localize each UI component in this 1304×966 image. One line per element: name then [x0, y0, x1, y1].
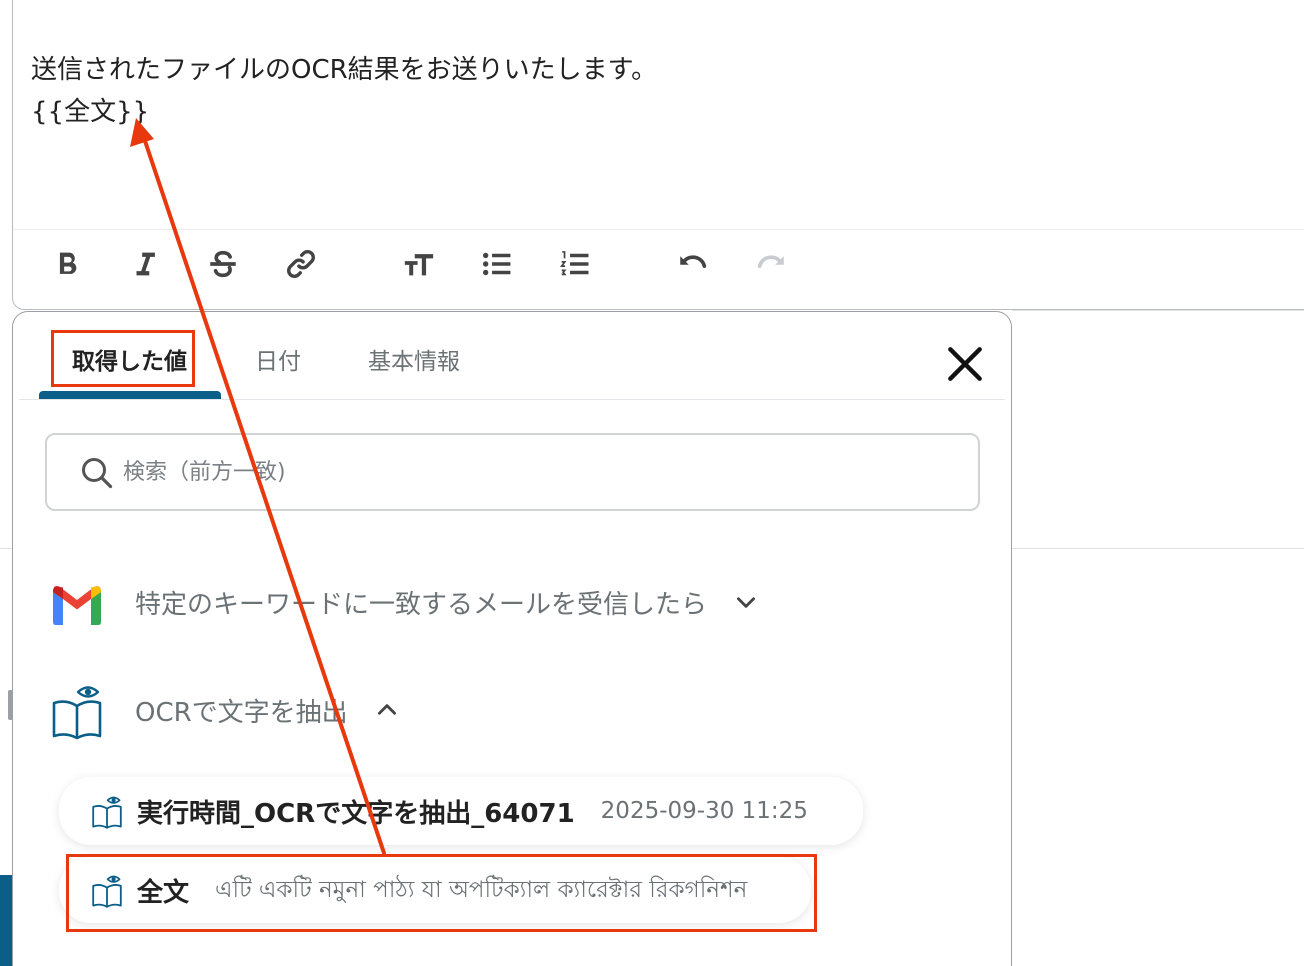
formatting-toolbar	[13, 229, 1304, 311]
divider	[1012, 548, 1304, 549]
undo-button[interactable]	[673, 244, 713, 284]
bulleted-list-icon	[482, 252, 511, 276]
text-size-button[interactable]	[399, 244, 439, 284]
search-box	[45, 433, 980, 511]
ocr-book-icon	[52, 686, 102, 740]
editor-body[interactable]: 送信されたファイルのOCR結果をお送りいたします。 {{全文}}	[31, 49, 657, 133]
variable-item-title: 全文	[137, 877, 190, 908]
bold-button[interactable]	[47, 244, 87, 284]
bold-icon	[59, 252, 77, 274]
redo-icon	[757, 255, 784, 268]
chevron-down-icon[interactable]	[733, 589, 759, 615]
text-size-icon	[404, 254, 434, 276]
variable-picker-panel: 取得した値 日付 基本情報 特定のキーワードに一致するメールを受信したら	[12, 311, 1012, 966]
search-icon	[82, 458, 113, 489]
undo-icon	[680, 255, 707, 268]
editor-variable-placeholder: {{全文}}	[31, 97, 150, 127]
gmail-icon	[53, 586, 101, 625]
chevron-up-icon[interactable]	[374, 697, 400, 723]
divider	[1012, 310, 1304, 311]
divider	[0, 548, 12, 549]
tab-retrieved-values[interactable]: 取得した値	[72, 342, 187, 376]
ocr-book-icon	[92, 875, 122, 908]
group-gmail-trigger[interactable]: 特定のキーワードに一致するメールを受信したら	[49, 572, 759, 632]
link-icon	[287, 250, 315, 278]
group-label: 特定のキーワードに一致するメールを受信したら	[135, 589, 708, 620]
numbered-list-button[interactable]	[555, 244, 595, 284]
message-editor[interactable]: 送信されたファイルのOCR結果をお送りいたします。 {{全文}}	[12, 0, 1304, 310]
tab-bar: 取得した値 日付 基本情報	[19, 312, 1005, 400]
strikethrough-icon	[210, 250, 236, 278]
bulleted-list-button[interactable]	[477, 244, 517, 284]
variable-item-title: 実行時間_OCRで文字を抽出_64071	[137, 798, 575, 829]
group-ocr-extract[interactable]: OCRで文字を抽出	[49, 680, 400, 740]
editor-body-line: 送信されたファイルのOCR結果をお送りいたします。	[31, 55, 658, 85]
variable-item-value: এটি একটি নমুনা পাঠ্য যা অপটিক্যাল ক্যারে…	[215, 876, 748, 903]
close-icon[interactable]	[943, 342, 987, 386]
tab-date[interactable]: 日付	[255, 342, 301, 376]
active-tab-indicator	[39, 391, 221, 399]
italic-icon	[136, 252, 155, 276]
italic-button[interactable]	[125, 244, 165, 284]
link-button[interactable]	[281, 244, 321, 284]
search-input[interactable]	[123, 449, 943, 495]
ocr-book-icon	[92, 796, 122, 829]
group-label: OCRで文字を抽出	[135, 697, 348, 728]
variable-item-value: 2025-09-30 11:25	[600, 798, 808, 824]
strikethrough-button[interactable]	[203, 244, 243, 284]
numbered-list-icon	[560, 251, 589, 276]
tab-basic-info[interactable]: 基本情報	[368, 342, 460, 376]
redo-button[interactable]	[751, 244, 791, 284]
variable-item-execution-time[interactable]: 実行時間_OCRで文字を抽出_64071 2025-09-30 11:25	[59, 777, 863, 845]
variable-item-full-text[interactable]: 全文 এটি একটি নমুনা পাঠ্য যা অপটিক্যাল ক্য…	[59, 857, 811, 923]
